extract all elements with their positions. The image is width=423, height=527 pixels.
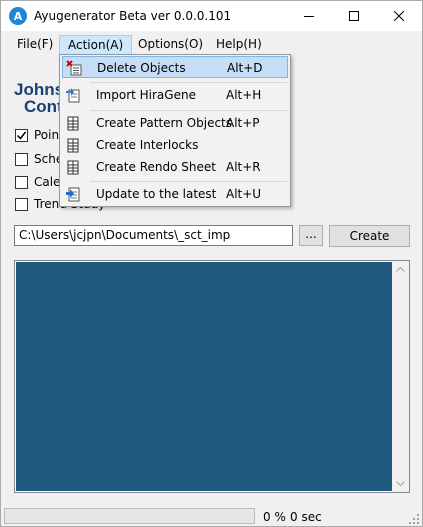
grid-doc-icon — [67, 138, 79, 153]
resize-grip-icon[interactable] — [409, 514, 419, 524]
checkbox-row-calendar[interactable]: Caler — [15, 174, 65, 190]
output-area[interactable] — [16, 262, 392, 491]
menu-separator — [90, 110, 287, 111]
menu-item-create-rendo-sheet[interactable]: Create Rendo Sheet Alt+R — [62, 156, 288, 178]
menu-separator — [90, 181, 287, 182]
menu-item-shortcut: Alt+R — [226, 160, 261, 174]
status-bar: 0 % 0 sec — [1, 504, 422, 526]
close-icon — [393, 11, 404, 21]
action-menu-dropdown: Delete Objects Alt+D Import HiraGene Alt… — [59, 54, 291, 207]
checkmark-icon — [16, 131, 27, 140]
menu-item-label: Delete Objects — [97, 61, 186, 75]
update-icon — [66, 187, 80, 202]
menu-item-update[interactable]: Update to the latest Alt+U — [62, 183, 288, 205]
checkbox-row-schedule[interactable]: Sche — [15, 151, 63, 167]
menu-bar: File(F) Action(A) Options(O) Help(H) — [1, 33, 422, 55]
menu-item-shortcut: Alt+U — [226, 187, 262, 201]
maximize-icon — [348, 11, 359, 21]
scroll-down-icon[interactable] — [392, 475, 409, 492]
delete-objects-icon — [66, 60, 82, 76]
main-window: A Ayugenerator Beta ver 0.0.0.101 File(F… — [0, 0, 423, 527]
path-input[interactable]: C:\Users\jcjpn\Documents\_sct_imp — [14, 225, 293, 246]
menu-item-delete-objects[interactable]: Delete Objects Alt+D — [62, 56, 288, 78]
app-icon: A — [9, 7, 27, 25]
menu-item-import-hiragene[interactable]: Import HiraGene Alt+H — [62, 84, 288, 106]
menu-item-label: Create Rendo Sheet — [96, 160, 216, 174]
elapsed-time: 0 sec — [290, 510, 322, 524]
close-button[interactable] — [376, 1, 421, 31]
progress-bar — [4, 508, 255, 524]
scroll-up-icon[interactable] — [392, 261, 409, 278]
output-panel — [14, 260, 410, 493]
menu-item-label: Create Pattern Objects — [96, 116, 233, 130]
menu-file[interactable]: File(F) — [9, 35, 61, 55]
menu-item-shortcut: Alt+P — [226, 116, 260, 130]
maximize-button[interactable] — [331, 1, 376, 31]
browse-button[interactable]: ... — [299, 225, 323, 246]
menu-item-label: Create Interlocks — [96, 138, 199, 152]
vertical-scrollbar[interactable] — [392, 261, 409, 492]
minimize-button[interactable] — [286, 1, 331, 31]
minimize-icon — [303, 16, 314, 17]
menu-help[interactable]: Help(H) — [208, 35, 270, 55]
menu-separator — [90, 82, 287, 83]
checkbox-point[interactable] — [15, 128, 28, 142]
menu-action[interactable]: Action(A) — [59, 35, 133, 55]
checkbox-row-point[interactable]: Point — [15, 127, 64, 143]
menu-item-create-interlocks[interactable]: Create Interlocks — [62, 134, 288, 156]
menu-item-shortcut: Alt+D — [227, 61, 263, 75]
checkbox-trend[interactable] — [15, 197, 28, 211]
window-title: Ayugenerator Beta ver 0.0.0.101 — [34, 9, 232, 23]
grid-doc-icon — [67, 160, 79, 175]
grid-doc-icon — [67, 116, 79, 131]
menu-item-label: Import HiraGene — [96, 88, 196, 102]
menu-item-label: Update to the latest — [96, 187, 217, 201]
import-icon — [66, 88, 80, 103]
checkbox-calendar[interactable] — [15, 175, 28, 189]
menu-item-create-pattern-objects[interactable]: Create Pattern Objects Alt+P — [62, 112, 288, 134]
menu-item-shortcut: Alt+H — [226, 88, 262, 102]
checkbox-schedule[interactable] — [15, 152, 28, 166]
menu-options[interactable]: Options(O) — [130, 35, 211, 55]
progress-percent: 0 % — [263, 510, 286, 524]
title-bar: A Ayugenerator Beta ver 0.0.0.101 — [1, 1, 422, 31]
create-button[interactable]: Create — [329, 225, 410, 247]
